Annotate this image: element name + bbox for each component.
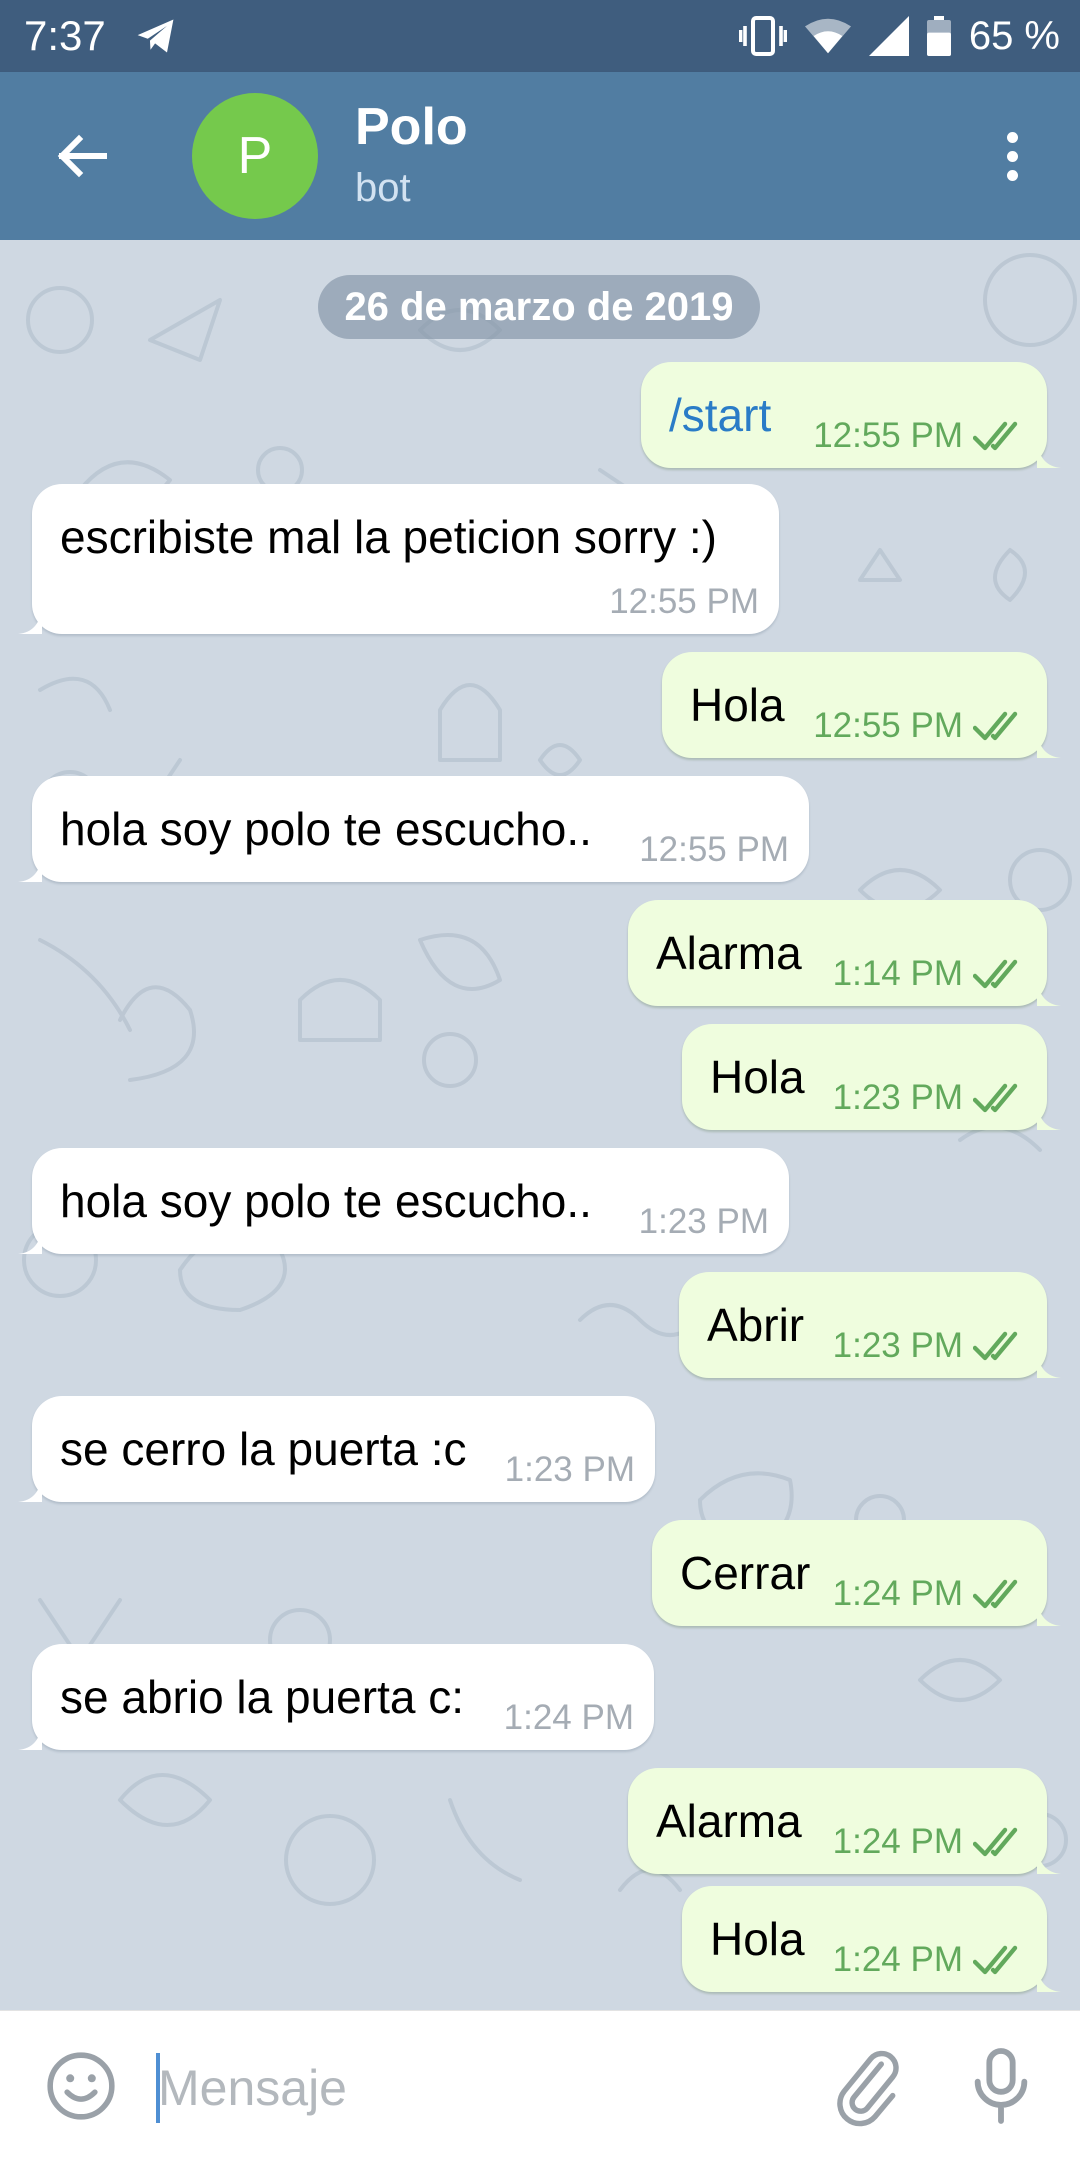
message-text: se abrio la puerta c: [60, 1671, 465, 1723]
message-time: 1:23 PM [504, 1450, 635, 1489]
chat-header: P Polo bot [0, 72, 1080, 240]
message-time: 1:24 PM [503, 1698, 634, 1737]
bubble-tail [1037, 1102, 1061, 1130]
paperclip-icon[interactable] [832, 2047, 902, 2127]
double-check-icon [973, 1827, 1018, 1857]
outgoing-message[interactable]: Hola 1:23 PM [682, 1024, 1061, 1130]
bubble-tail [1037, 1350, 1061, 1378]
outgoing-message[interactable]: Hola 12:55 PM [662, 652, 1061, 758]
status-time: 7:37 [24, 12, 106, 59]
avatar[interactable]: P [192, 93, 318, 219]
message-text: escribiste mal la peticion sorry :) [60, 511, 717, 563]
wifi-icon [804, 18, 851, 54]
message-time: 12:55 PM [609, 582, 759, 621]
bubble-tail [18, 1226, 42, 1254]
more-options-button[interactable] [988, 118, 1036, 194]
bubble-tail [1037, 1598, 1061, 1626]
message-input[interactable] [158, 2053, 798, 2123]
outgoing-message[interactable]: /start 12:55 PM [641, 362, 1061, 468]
back-button[interactable] [44, 118, 120, 194]
message-text: Alarma [656, 1795, 802, 1847]
bubble-tail [18, 854, 42, 882]
outgoing-message[interactable]: Hola 1:24 PM [682, 1886, 1061, 1992]
message-time: 12:55 PM [813, 706, 963, 745]
double-check-icon [973, 421, 1018, 451]
message-text: Hola [690, 679, 785, 731]
back-arrow-icon [57, 134, 107, 178]
outgoing-message[interactable]: Abrir 1:23 PM [679, 1272, 1061, 1378]
message-composer [0, 2010, 1080, 2160]
message-text: Hola [710, 1051, 805, 1103]
message-time: 1:24 PM [832, 1940, 963, 1979]
signal-icon [868, 16, 909, 56]
message-time: 12:55 PM [639, 830, 789, 869]
message-text: se cerro la puerta :c [60, 1423, 467, 1475]
incoming-message[interactable]: se cerro la puerta :c 1:23 PM [18, 1396, 655, 1502]
message-time: 1:23 PM [832, 1326, 963, 1365]
message-text: Alarma [656, 927, 802, 979]
bubble-tail [18, 1474, 42, 1502]
message-text: Cerrar [680, 1547, 811, 1599]
incoming-message[interactable]: hola soy polo te escucho.. 12:55 PM [18, 776, 809, 882]
message-time: 1:23 PM [832, 1078, 963, 1117]
bubble-tail [18, 606, 42, 634]
date-separator: 26 de marzo de 2019 [318, 275, 760, 339]
double-check-icon [973, 1579, 1018, 1609]
message-text: Hola [710, 1913, 805, 1965]
message-time: 1:23 PM [638, 1202, 769, 1241]
emoji-icon[interactable] [44, 2049, 118, 2123]
incoming-message[interactable]: hola soy polo te escucho.. 1:23 PM [18, 1148, 789, 1254]
outgoing-message[interactable]: Cerrar 1:24 PM [652, 1520, 1061, 1626]
status-bar: 7:37 65 % [0, 0, 1080, 72]
message-list[interactable]: 26 de marzo de 2019 /start 12:55 PM escr… [0, 240, 1080, 2010]
outgoing-message[interactable]: Alarma 1:14 PM [628, 900, 1061, 1006]
outgoing-message[interactable]: Alarma 1:24 PM [628, 1768, 1061, 1874]
chat-subtitle: bot [355, 166, 411, 210]
double-check-icon [973, 959, 1018, 989]
bubble-tail [1037, 978, 1061, 1006]
incoming-message[interactable]: se abrio la puerta c: 1:24 PM [18, 1644, 654, 1750]
message-text: hola soy polo te escucho.. [60, 1175, 592, 1227]
message-time: 1:24 PM [832, 1574, 963, 1613]
bubble-tail [1037, 730, 1061, 758]
message-time: 1:24 PM [832, 1822, 963, 1861]
incoming-message[interactable]: escribiste mal la peticion sorry :) 12:5… [18, 484, 779, 634]
double-check-icon [973, 1083, 1018, 1113]
bubble-tail [1037, 1964, 1061, 1992]
chat-title[interactable]: Polo [355, 96, 468, 158]
bot-command-link[interactable]: /start [669, 388, 771, 442]
message-time: 12:55 PM [813, 416, 963, 455]
message-text: hola soy polo te escucho.. [60, 803, 592, 855]
message-time: 1:14 PM [832, 954, 963, 993]
bubble-tail [18, 1722, 42, 1750]
double-check-icon [973, 711, 1018, 741]
double-check-icon [973, 1331, 1018, 1361]
microphone-icon[interactable] [966, 2045, 1036, 2127]
telegram-icon [137, 19, 174, 53]
message-text: Abrir [707, 1299, 805, 1351]
more-vertical-icon [1006, 131, 1018, 143]
bubble-tail [1037, 1846, 1061, 1874]
bubble-tail [1037, 440, 1061, 468]
battery-icon [926, 16, 951, 56]
battery-percentage: 65 % [968, 13, 1060, 58]
double-check-icon [973, 1945, 1018, 1975]
vibrate-icon [738, 16, 787, 56]
status-icons: 65 % [738, 10, 1060, 62]
